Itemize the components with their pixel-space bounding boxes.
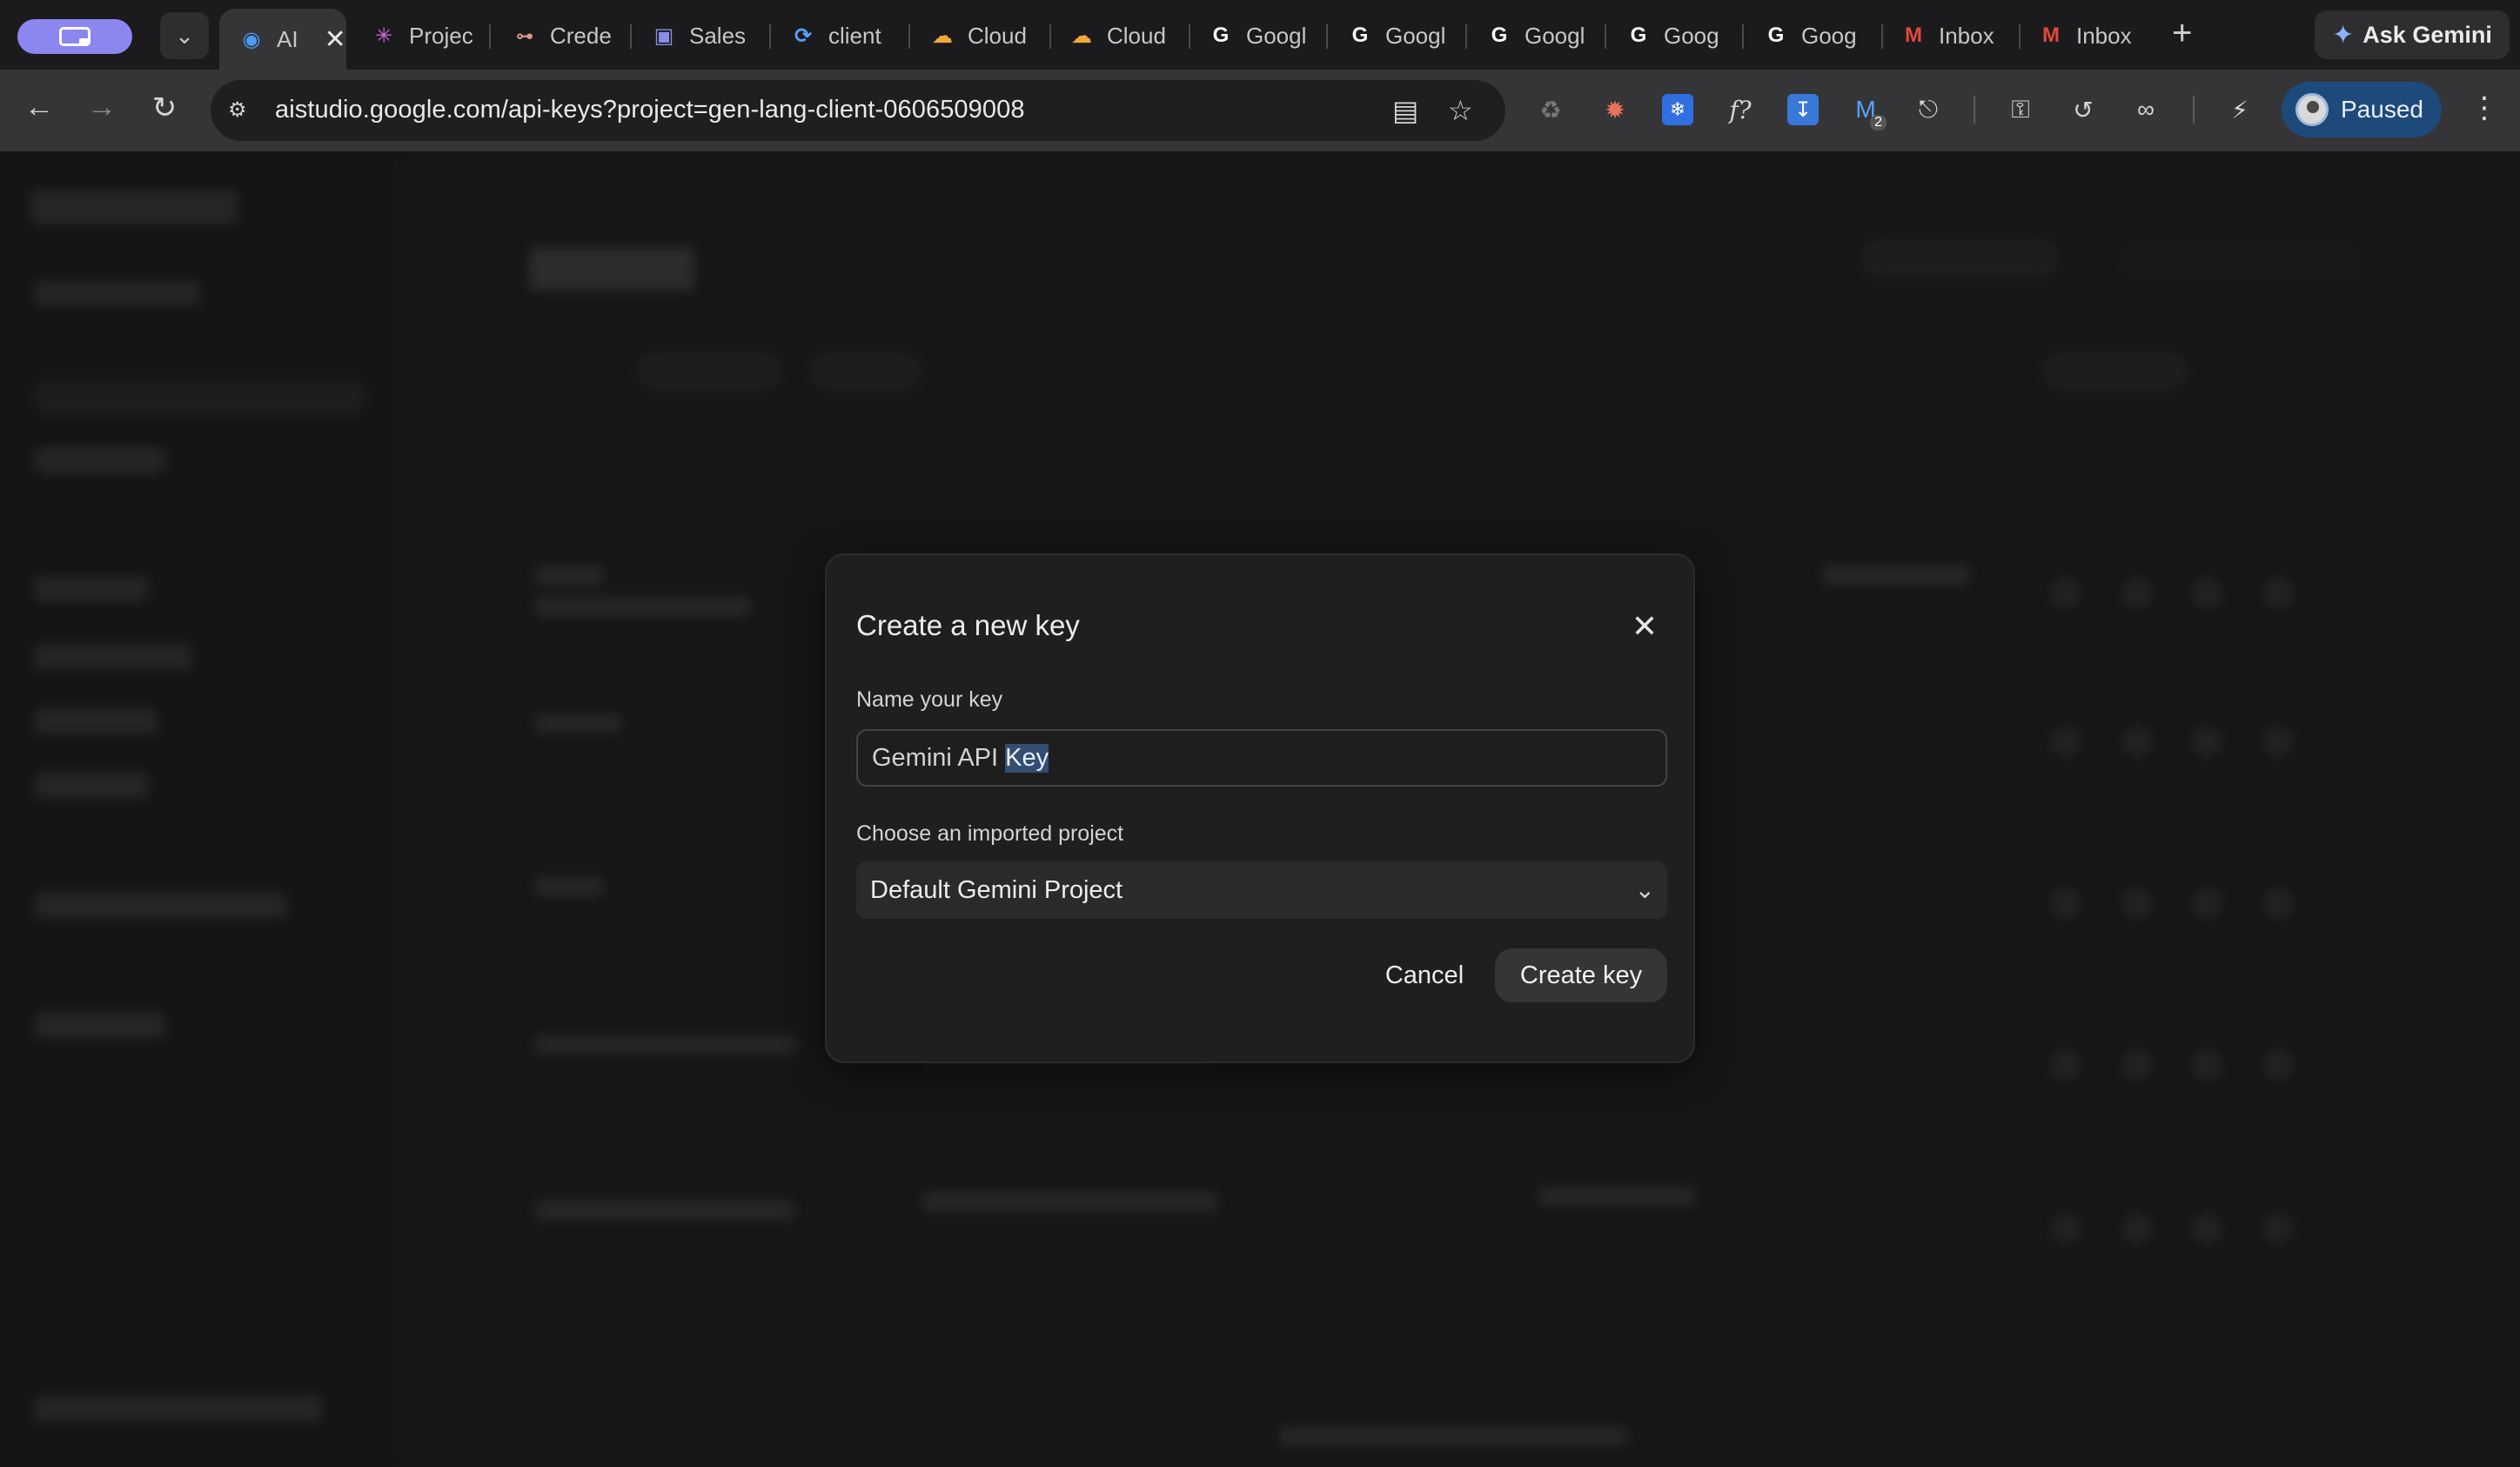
tab-title: Projec [409,22,473,49]
tab-google-5[interactable]: G Goog [1744,9,1874,63]
project-select-value: Default Gemini Project [870,875,1123,904]
google-g-icon: G [1491,23,1508,47]
close-tab-icon[interactable]: ✕ [325,24,346,55]
project-select[interactable]: Default Gemini Project ⌄ [856,861,1667,919]
chevron-down-icon: ⌄ [175,22,194,49]
formula-extension-icon[interactable]: f? [1725,94,1756,125]
tab-gmail-2[interactable]: M Inbox [2019,9,2155,63]
google-g-icon: G [1767,23,1785,47]
tab-title: Goog [1801,22,1857,49]
gemini-sparkle-icon: ✦ [2332,20,2355,50]
key-network-icon: ⊶ [516,26,533,46]
project-label: Choose an imported project [856,821,1124,846]
key-name-input[interactable]: Gemini API Key [856,729,1667,787]
history-icon[interactable]: ↺ [2068,94,2099,125]
tab-title: Googl [1385,22,1446,49]
tab-separator [489,24,491,49]
new-tab-plus-icon[interactable]: + [2172,14,2192,53]
tab-title: Cloud [1107,22,1166,49]
ask-gemini-label: Ask Gemini [2362,21,2492,48]
tab-title: AI [277,25,298,52]
install-app-icon[interactable]: ▤ [1392,94,1418,127]
sparkle-icon: ✳ [374,23,393,48]
dialog-title: Create a new key [856,609,1080,641]
key-name-selected-text: Key [1005,743,1049,773]
salesforce-icon: ▣ [653,23,674,48]
tab-client[interactable]: ⟳ client [771,9,901,63]
google-g-icon: G [1630,23,1647,47]
gmail-icon: M [2042,23,2060,47]
chevron-down-icon: ⌄ [1634,876,1655,903]
ai-studio-icon: ◉ [242,27,261,51]
tab-sales[interactable]: ▣ Sales [632,9,762,63]
tab-title: Googl [1246,22,1307,49]
url-text[interactable]: aistudio.google.com/api-keys?project=gen… [275,96,1025,124]
reload-icon[interactable]: ↻ [144,90,184,125]
tab-title: Inbox [2076,22,2132,49]
ask-gemini-button[interactable]: ✦ Ask Gemini [2315,10,2510,59]
tab-project[interactable]: ✳ Projec [352,9,473,63]
forward-arrow-icon[interactable]: → [82,90,122,124]
tab-cloud-1[interactable]: ☁ Cloud [910,9,1044,63]
site-settings-icon[interactable]: ⚙ [228,97,254,124]
key-name-text: Gemini API [872,743,1006,772]
key-name-label: Name your key [856,687,1003,712]
tab-title: Crede [550,22,612,49]
browser-toolbar: ← → ↻ ⚙ aistudio.google.com/api-keys?pro… [0,70,2520,151]
tab-title: Googl [1525,22,1585,49]
back-arrow-icon[interactable]: ← [19,90,59,124]
password-key-icon[interactable]: ⚿ [2005,94,2036,125]
tab-credentials[interactable]: ⊶ Crede [493,9,623,63]
close-icon[interactable]: ✕ [1620,602,1669,651]
address-bar[interactable]: ⚙ aistudio.google.com/api-keys?project=g… [211,80,1505,141]
recycle-extension-icon[interactable]: ♻ [1535,94,1566,125]
google-cloud-icon: ☁ [1071,23,1092,48]
create-key-dialog: Create a new key ✕ Name your key Gemini … [825,553,1695,1063]
toolbar-separator [2193,96,2195,124]
toolbar-separator [1974,96,1975,124]
snowflake-extension-icon[interactable]: ❄ [1662,94,1693,125]
tab-google-1[interactable]: G Googl [1189,9,1319,63]
window-icon [59,27,90,46]
loading-ring-icon: ⟳ [794,23,813,48]
browser-tab-strip: ⌄ ◉ AI ✕ ✳ Projec ⊶ Crede ▣ Sales ⟳ clie… [0,0,2520,70]
google-g-icon: G [1351,23,1369,47]
tab-google-2[interactable]: G Googl [1328,9,1458,63]
extensions-puzzle-icon[interactable]: ⎋ [1913,94,1944,125]
tab-search-button[interactable]: ⌄ [160,12,209,59]
avatar [2295,93,2329,126]
burst-extension-icon[interactable]: ✹ [1599,94,1631,125]
performance-icon[interactable]: ⚡ [2224,94,2255,125]
tab-cloud-2[interactable]: ☁ Cloud [1049,9,1183,63]
tab-ai-studio[interactable]: ◉ AI ✕ [219,9,346,70]
gmail-icon: M [1905,23,1922,47]
extension-badge: 2 [1870,115,1887,131]
tab-title: Inbox [1939,22,1994,49]
profile-status: Paused [2341,96,2423,123]
cancel-button[interactable]: Cancel [1366,948,1483,1002]
more-menu-icon[interactable]: ⋮ [2470,90,2499,125]
tab-title: Goog [1664,22,1719,49]
google-g-icon: G [1212,23,1230,47]
m-extension-icon[interactable]: M2 [1850,94,1887,131]
bookmark-star-icon[interactable]: ☆ [1448,94,1473,127]
download-extension-icon[interactable]: ↧ [1787,94,1819,125]
workspace-switcher[interactable] [17,19,132,54]
tab-title: client [828,22,881,49]
tab-google-4[interactable]: G Goog [1606,9,1737,63]
tab-google-3[interactable]: G Googl [1467,9,1598,63]
tab-title: Cloud [968,22,1027,49]
link-icon[interactable]: ∞ [2130,94,2161,125]
tab-gmail-1[interactable]: M Inbox [1881,9,2017,63]
profile-paused-button[interactable]: Paused [2282,82,2442,137]
create-key-button[interactable]: Create key [1495,948,1667,1002]
tab-title: Sales [689,22,747,49]
google-cloud-icon: ☁ [932,23,953,48]
